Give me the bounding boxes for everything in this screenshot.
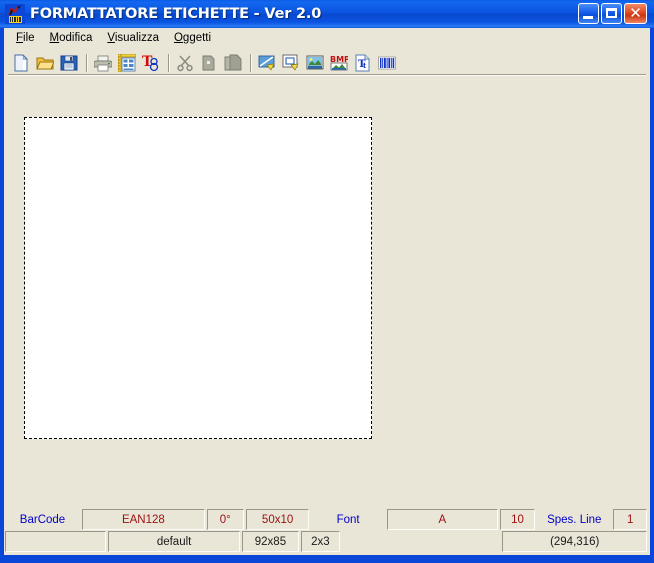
menu-item-modifica[interactable]: Modifica [43,30,101,46]
line-thickness-value-panel[interactable]: 1 [613,509,647,530]
menu-item-visualizza-label-rest: isualizza [114,32,159,44]
close-button[interactable]: ✕ [624,3,647,24]
toolbar-bottom-divider [8,74,646,76]
maximize-button[interactable] [601,3,622,24]
insert-image-icon[interactable] [304,52,326,74]
title-bar: FORMATTATORE ETICHETTE - Ver 2.0 ✕ [0,0,654,28]
toolbar-separator [250,53,252,72]
status-bar-row-1: BarCode EAN128 0° 50x10 Font A 10 Spes. … [5,509,649,530]
menu-item-oggetti[interactable]: Oggetti [167,30,219,46]
menu-item-oggetti-label-rest: ggetti [182,32,212,44]
status-bar-container: BarCode EAN128 0° 50x10 Font A 10 Spes. … [4,507,650,555]
status-bar-row-2: default 92x85 2x3 (294,316) [5,531,649,552]
spacer-status-panel [342,531,500,552]
cut-scissors-icon[interactable] [174,52,196,74]
design-canvas-area[interactable] [4,78,650,507]
close-icon: ✕ [629,4,642,22]
font-name-panel[interactable]: A [386,509,498,530]
minimize-icon [583,16,593,19]
barcode-icon[interactable] [376,52,398,74]
maximize-icon [606,8,617,18]
insert-text-icon[interactable]: T t [352,52,374,74]
new-document-icon[interactable] [10,52,32,74]
text-format-icon[interactable]: T [140,52,162,74]
empty-status-panel [5,531,106,552]
draw-rect-icon[interactable] [280,52,302,74]
barcode-printer-app-icon [5,4,25,24]
label-design-sheet[interactable] [24,117,372,439]
size-panel[interactable]: 50x10 [245,509,310,530]
printer-icon[interactable] [92,52,114,74]
rotation-panel[interactable]: 0° [206,509,244,530]
minimize-button[interactable] [578,3,599,24]
draw-line-icon[interactable] [256,52,278,74]
sheet-size-panel[interactable]: 92x85 [242,531,299,552]
template-name-panel[interactable]: default [107,531,241,552]
main-toolbar: T BMP T t [4,49,650,76]
save-disk-icon[interactable] [58,52,80,74]
open-folder-icon[interactable] [34,52,56,74]
font-size-panel[interactable]: 10 [499,509,536,530]
toolbar-separator [86,53,88,72]
menu-item-file[interactable]: File [9,30,43,46]
paste-icon[interactable] [222,52,244,74]
bmp-icon[interactable]: BMP [328,52,350,74]
window-controls: ✕ [578,3,647,24]
window-title: FORMATTATORE ETICHETTE - Ver 2.0 [30,6,322,22]
menu-item-file-label-rest: ile [23,32,35,44]
cursor-coordinates-panel: (294,316) [502,531,647,552]
application-window: FORMATTATORE ETICHETTE - Ver 2.0 ✕ File … [0,0,654,563]
object-type-panel[interactable]: BarCode [5,509,80,530]
toolbar-separator [168,53,170,72]
menu-item-visualizza[interactable]: Visualizza [100,30,167,46]
line-thickness-label-panel[interactable]: Spes. Line [537,509,611,530]
barcode-symbology-panel[interactable]: EAN128 [81,509,205,530]
window-client-area: File Modifica Visualizza Oggetti T BMP T… [0,28,654,559]
page-setup-icon[interactable] [116,52,138,74]
grid-layout-panel[interactable]: 2x3 [300,531,341,552]
font-label-panel[interactable]: Font [311,509,384,530]
copy-icon[interactable] [198,52,220,74]
menu-bar: File Modifica Visualizza Oggetti [4,28,650,49]
menu-item-modifica-label-rest: odifica [59,32,93,44]
